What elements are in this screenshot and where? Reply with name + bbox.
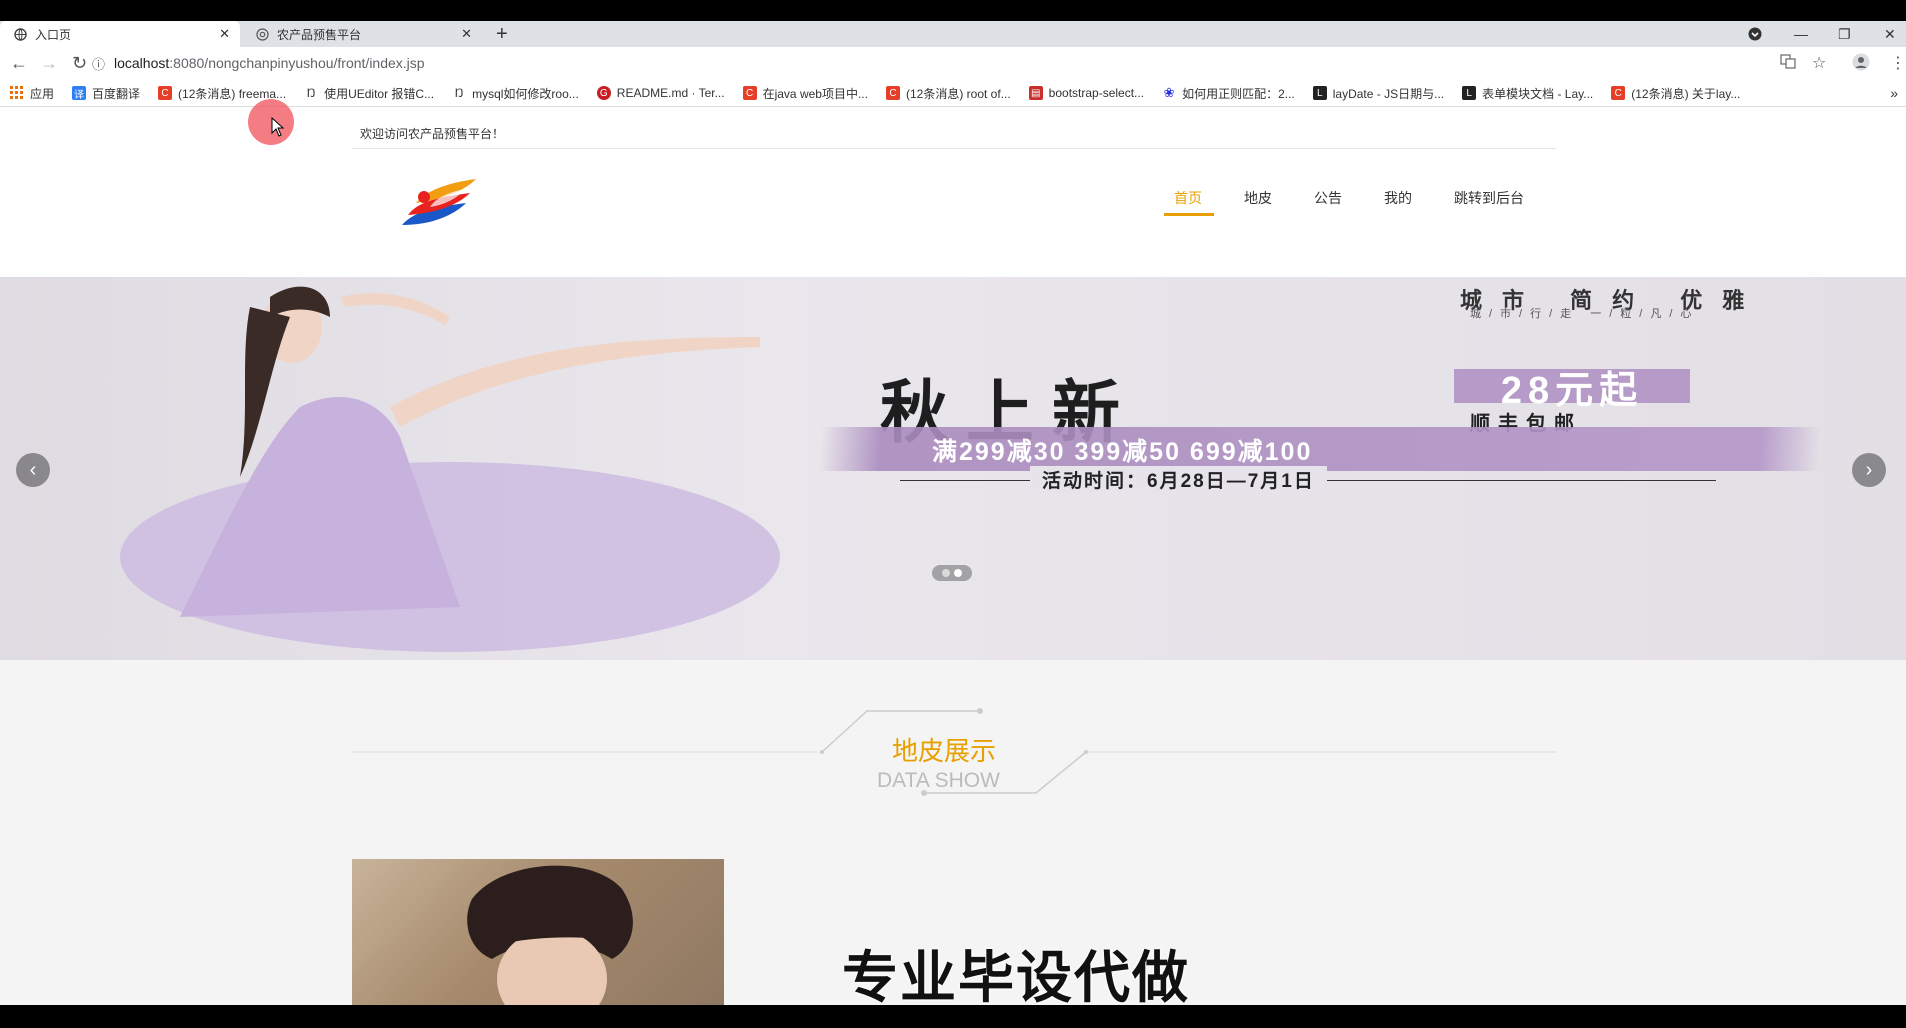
csdn-icon: C <box>1611 86 1626 100</box>
globe-icon <box>14 27 27 41</box>
bookmark-label: mysql如何修改roo... <box>472 86 579 101</box>
bookmark-item[interactable]: 译百度翻译 <box>72 85 140 102</box>
welcome-text: 欢迎访问农产品预售平台！ <box>360 127 505 141</box>
bookmark-item[interactable]: ▤ bootstrap-select... <box>1028 86 1145 100</box>
site-logo[interactable] <box>396 167 486 239</box>
cnblogs-icon: ▤ <box>1028 86 1043 100</box>
banner-promo: 满299减30 399减50 699减100 <box>932 438 1313 466</box>
carousel-dot[interactable] <box>954 569 962 577</box>
url-path: :8080/nongchanpinyushou/front/index.jsp <box>169 55 425 71</box>
menu-icon[interactable]: ⋮ <box>1890 53 1906 73</box>
tab-entry-page[interactable]: 入口页 ✕ <box>0 21 240 47</box>
ueditor-icon: Ŋ <box>306 86 316 100</box>
portrait-image <box>467 865 633 1005</box>
tab-platform[interactable]: 农产品预售平台 ✕ <box>242 21 482 47</box>
web-page: 欢迎访问农产品预售平台！ 首页 地皮 公告 我的 跳转到后台 城市 简约 优雅 … <box>0 107 1906 1005</box>
banner-price: 28元起 <box>1454 369 1690 412</box>
restore-icon[interactable]: ❐ <box>1838 21 1851 47</box>
bookmarks-bar: 应用 译百度翻译 C (12条消息) freema... Ŋ 使用UEditor 报… <box>0 80 1906 107</box>
bookmark-label: layDate - JS日期与... <box>1332 86 1445 101</box>
bookmark-label: (12条消息) root of... <box>905 86 1011 101</box>
banner-carousel[interactable]: 城市 简约 优雅 城/市/行/走 一/粒/凡/心 秋上新 28元起 顺丰包邮 满… <box>0 277 1906 660</box>
bookmark-label: 表单模块文档 - Lay... <box>1482 86 1594 101</box>
section-title: 地皮展示 <box>892 736 997 766</box>
translate-icon[interactable] <box>1780 53 1796 74</box>
divider <box>352 148 1556 149</box>
csdn-icon: C <box>885 86 900 100</box>
more-bookmarks-icon[interactable]: » <box>1890 85 1898 101</box>
ueditor-icon: Ŋ <box>454 86 464 100</box>
profile-icon[interactable] <box>1852 53 1870 76</box>
bookmark-item[interactable]: C (12条消息) root of... <box>885 85 1011 102</box>
nav-home[interactable]: 首页 <box>1174 188 1202 208</box>
url-host: localhost <box>114 55 170 71</box>
watermark-text: 专业毕设代做 <box>842 946 1190 1005</box>
address-bar-row: ← → ↻ ⓘ localhost:8080/nongchanpinyushou… <box>0 47 1906 80</box>
bookmark-label: 使用UEditor 报错C... <box>324 86 435 101</box>
bookmark-item[interactable]: Ŋmysql如何修改roo... <box>452 85 579 102</box>
info-icon[interactable]: ⓘ <box>92 55 105 75</box>
gitee-icon: G <box>596 86 611 100</box>
close-tab-icon[interactable]: ✕ <box>219 26 230 42</box>
csdn-icon: C <box>158 86 173 100</box>
carousel-prev-icon[interactable]: ‹ <box>16 453 50 487</box>
bookmark-label: README.md · Ter... <box>616 86 725 100</box>
layui-icon: L <box>1312 86 1327 100</box>
nav-notice[interactable]: 公告 <box>1314 188 1342 208</box>
tab-strip: 入口页 ✕ 农产品预售平台 ✕ + — ❐ ✕ <box>0 21 1906 47</box>
bookmark-label: (12条消息) 关于lay... <box>1631 86 1741 101</box>
item-photo[interactable] <box>352 859 724 1005</box>
baidu-icon: ❀ <box>1163 85 1175 100</box>
banner-dates: 活动时间：6月28日—7月1日 <box>1030 466 1327 493</box>
bookmark-label: bootstrap-select... <box>1048 86 1145 100</box>
close-window-icon[interactable]: ✕ <box>1884 21 1896 47</box>
carousel-indicators <box>932 565 972 581</box>
carousel-next-icon[interactable]: › <box>1852 453 1886 487</box>
nav-land[interactable]: 地皮 <box>1244 188 1272 208</box>
bookmark-item[interactable]: L 表单模块文档 - Lay... <box>1462 85 1593 102</box>
nav-admin[interactable]: 跳转到后台 <box>1454 188 1524 208</box>
nav-mine[interactable]: 我的 <box>1384 188 1412 208</box>
shield-icon <box>256 27 269 41</box>
apps-icon <box>10 86 24 100</box>
bookmark-item[interactable]: 应用 <box>10 85 54 102</box>
layui-icon: L <box>1462 86 1477 100</box>
bookmark-item[interactable]: Ŋ 使用UEditor 报错C... <box>304 85 434 102</box>
section-subtitle: DATA SHOW <box>877 769 1000 792</box>
mouse-cursor-icon <box>271 116 285 142</box>
carousel-dot[interactable] <box>942 569 950 577</box>
bookmark-item[interactable]: G README.md · Ter... <box>596 86 725 100</box>
new-tab-icon[interactable]: + <box>496 22 508 46</box>
nav-active-underline <box>1164 213 1214 216</box>
bookmark-item[interactable]: C 在java web项目中... <box>742 85 868 102</box>
forward-icon[interactable]: → <box>40 53 58 73</box>
minimize-icon[interactable]: — <box>1794 21 1808 47</box>
bookmark-label: 如何用正则匹配：2... <box>1182 86 1295 101</box>
bookmark-item[interactable]: C (12条消息) 关于lay... <box>1611 85 1740 102</box>
banner-top-subtext: 城/市/行/走 一/粒/凡/心 <box>1470 308 1700 320</box>
browser-window: 入口页 ✕ 农产品预售平台 ✕ + — ❐ ✕ ← → ↻ ⓘ localhos… <box>0 21 1906 1005</box>
bookmark-item[interactable]: LlayDate - JS日期与... <box>1312 85 1445 102</box>
tab-search-icon[interactable] <box>1748 21 1762 47</box>
tab-label: 农产品预售平台 <box>277 27 362 42</box>
url-field[interactable]: localhost:8080/nongchanpinyushou/front/i… <box>114 55 425 71</box>
bookmark-label: 在java web项目中... <box>762 86 868 101</box>
csdn-icon: C <box>742 86 757 100</box>
star-icon[interactable]: ☆ <box>1812 53 1826 73</box>
close-tab-icon[interactable]: ✕ <box>461 26 472 42</box>
bookmark-item[interactable]: ❀ 如何用正则匹配：2... <box>1162 85 1295 102</box>
bookmark-label: 百度翻译 <box>92 86 141 101</box>
bookmark-label: 应用 <box>30 86 55 101</box>
tab-label: 入口页 <box>35 27 72 42</box>
translate-icon: 译 <box>72 86 87 101</box>
reload-icon[interactable]: ↻ <box>72 53 87 73</box>
back-icon[interactable]: ← <box>10 53 28 73</box>
